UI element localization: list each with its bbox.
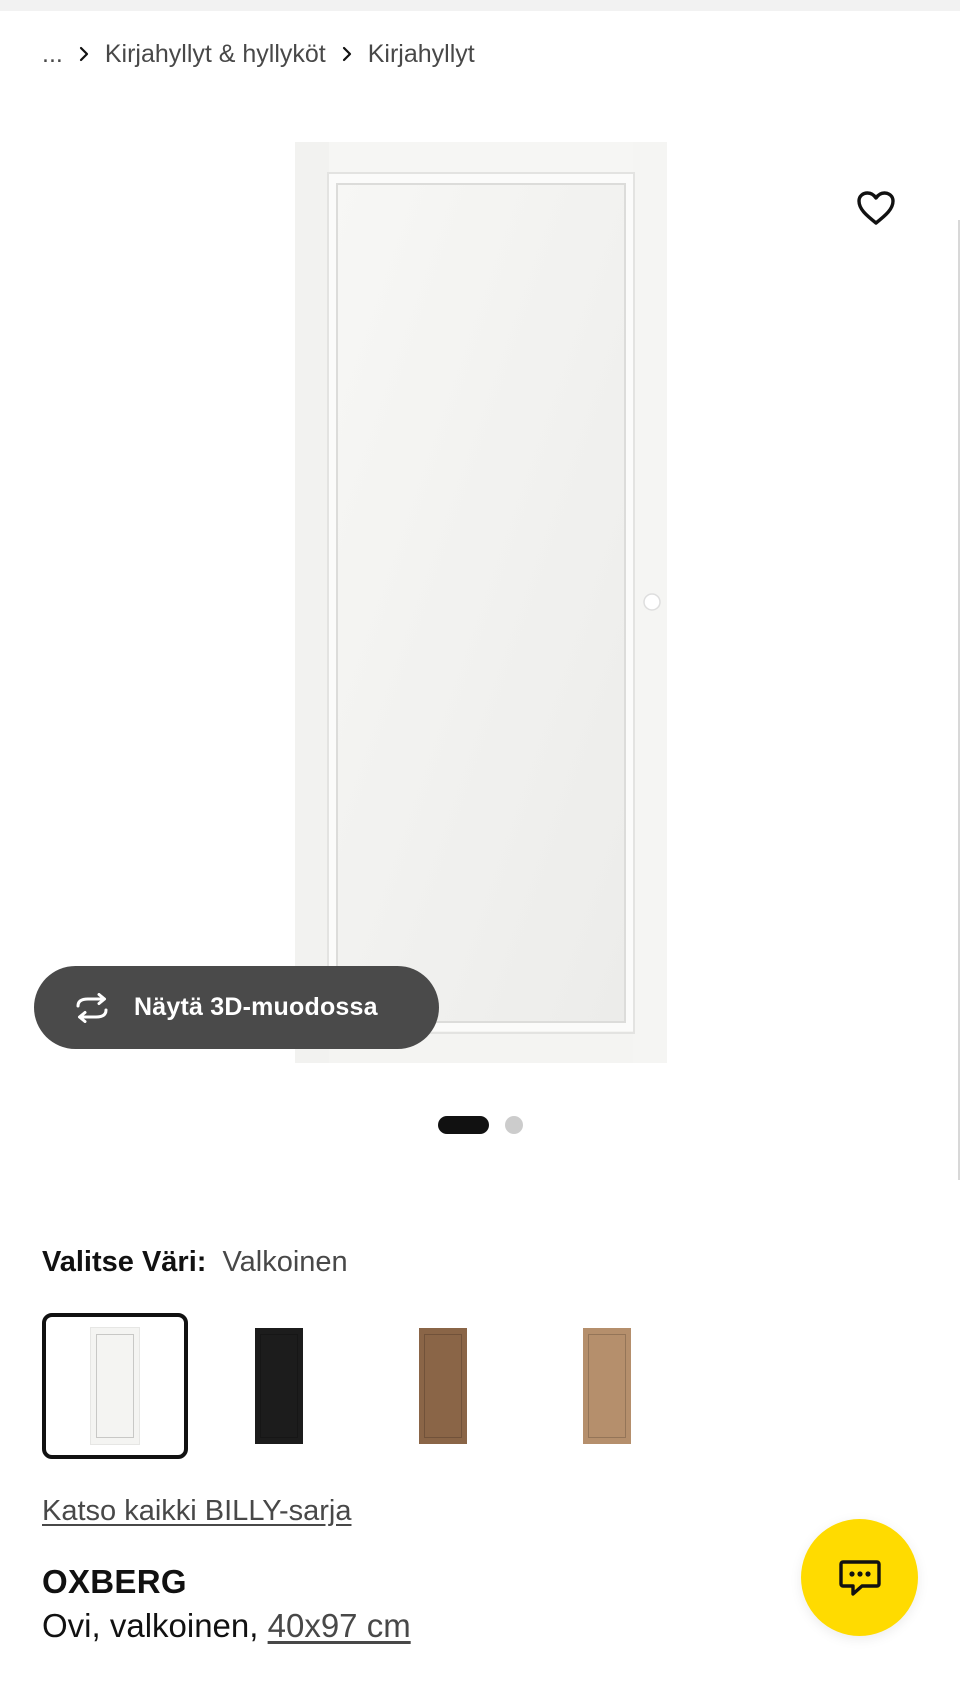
color-swatch-white[interactable] <box>42 1313 188 1459</box>
color-swatch-walnut[interactable] <box>370 1313 516 1459</box>
series-link[interactable]: Katso kaikki BILLY-sarja <box>42 1495 351 1528</box>
chat-bubble-icon <box>838 1559 881 1596</box>
color-swatch-black[interactable] <box>206 1313 352 1459</box>
product-description: Ovi, valkoinen, 40x97 cm <box>42 1607 411 1645</box>
color-swatches <box>42 1313 698 1459</box>
chat-button[interactable] <box>801 1519 918 1636</box>
rotate-3d-icon <box>70 992 114 1023</box>
swatch-thumbnail-oak <box>583 1328 631 1444</box>
selected-color-value: Valkoinen <box>222 1246 348 1278</box>
product-name: OXBERG <box>42 1563 187 1600</box>
color-label: Valitse Väri: <box>42 1246 207 1278</box>
favorite-button[interactable] <box>848 180 904 236</box>
breadcrumb: ... Kirjahyllyt & hyllyköt Kirjahyllyt <box>42 36 475 72</box>
product-image-door[interactable] <box>295 142 667 1063</box>
color-selector-heading: Valitse Väri: Valkoinen <box>42 1246 348 1279</box>
view-3d-button[interactable]: Näytä 3D-muodossa <box>34 966 439 1049</box>
pagination-dot[interactable] <box>504 1116 523 1134</box>
view-3d-label: Näytä 3D-muodossa <box>134 993 378 1021</box>
product-description-text: Ovi, valkoinen, <box>42 1607 268 1644</box>
chevron-right-icon <box>63 46 105 62</box>
breadcrumb-item-bookcases[interactable]: Kirjahyllyt <box>368 40 475 69</box>
breadcrumb-ellipsis[interactable]: ... <box>42 40 63 69</box>
heart-outline-icon <box>857 191 895 225</box>
product-gallery[interactable] <box>0 100 960 1180</box>
color-swatch-oak[interactable] <box>534 1313 680 1459</box>
swatch-thumbnail-walnut <box>419 1328 467 1444</box>
product-size-link[interactable]: 40x97 cm <box>268 1607 411 1644</box>
chevron-right-icon <box>326 46 368 62</box>
top-bar <box>0 0 960 11</box>
pagination-dot-active[interactable] <box>437 1116 489 1134</box>
breadcrumb-item-bookcases-shelving[interactable]: Kirjahyllyt & hyllyköt <box>105 40 326 69</box>
gallery-pagination <box>0 1116 960 1134</box>
swatch-thumbnail-white <box>91 1328 139 1444</box>
swatch-thumbnail-black <box>255 1328 303 1444</box>
